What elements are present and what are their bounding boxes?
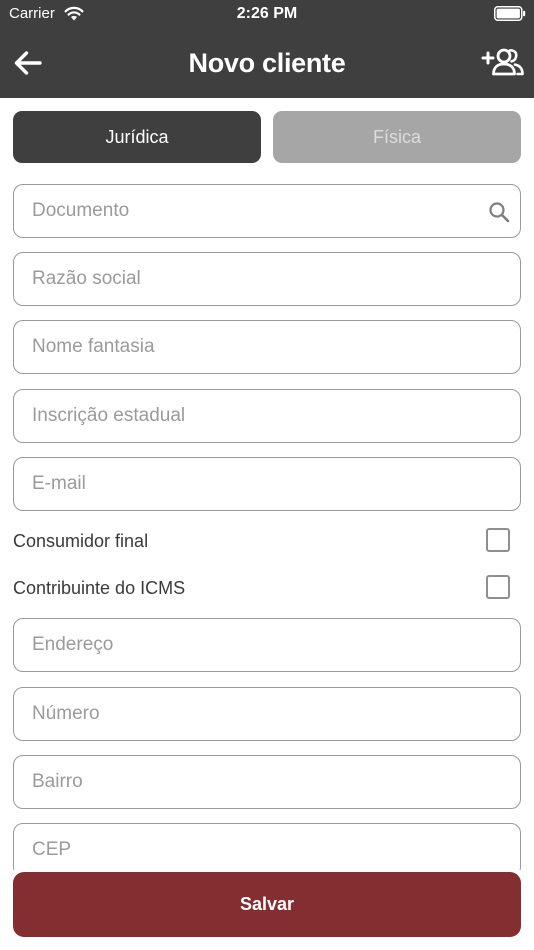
documento-field-container [13,184,521,238]
razao-social-input[interactable] [14,253,520,305]
tab-fisica-label: Física [372,126,421,147]
tab-juridica[interactable]: Jurídica [13,111,261,163]
user-plus-icon [481,48,524,76]
consumidor-final-checkbox[interactable] [486,528,510,552]
new-client-screen: Carrier 2:26 PM Novo cliente Jurídica Fí… [0,0,534,950]
bairro-field-container [13,755,521,809]
email-field-container [13,457,521,511]
tab-juridica-label: Jurídica [105,126,169,147]
clock: 2:26 PM [236,5,298,22]
tab-fisica[interactable]: Física [273,111,521,163]
navigation-bar: Novo cliente [0,28,534,98]
status-bar: Carrier 2:26 PM [0,0,534,28]
top-bar: Carrier 2:26 PM Novo cliente [0,0,534,98]
cep-input[interactable] [14,824,520,876]
contribuinte-icms-row: Contribuinte do ICMS [13,569,521,605]
documento-input[interactable] [14,185,520,237]
add-user-button[interactable] [480,43,526,81]
endereco-input[interactable] [14,619,520,671]
search-icon[interactable] [488,201,510,223]
cep-field-container [13,823,521,877]
inscricao-estadual-input[interactable] [14,390,520,442]
battery-icon [494,6,526,21]
inscricao-estadual-field-container [13,389,521,443]
page-title: Novo cliente [188,48,346,78]
save-button[interactable]: Salvar [13,872,521,937]
save-button-label: Salvar [239,894,295,914]
consumidor-final-label: Consumidor final [13,531,149,551]
numero-field-container [13,687,521,741]
contribuinte-icms-label: Contribuinte do ICMS [13,578,186,598]
nome-fantasia-input[interactable] [14,321,520,373]
numero-input[interactable] [14,688,520,740]
contribuinte-icms-checkbox[interactable] [486,575,510,599]
bairro-input[interactable] [14,756,520,808]
email-input[interactable] [14,458,520,510]
nome-fantasia-field-container [13,320,521,374]
endereco-field-container [13,618,521,672]
consumidor-final-row: Consumidor final [13,522,521,558]
razao-social-field-container [13,252,521,306]
